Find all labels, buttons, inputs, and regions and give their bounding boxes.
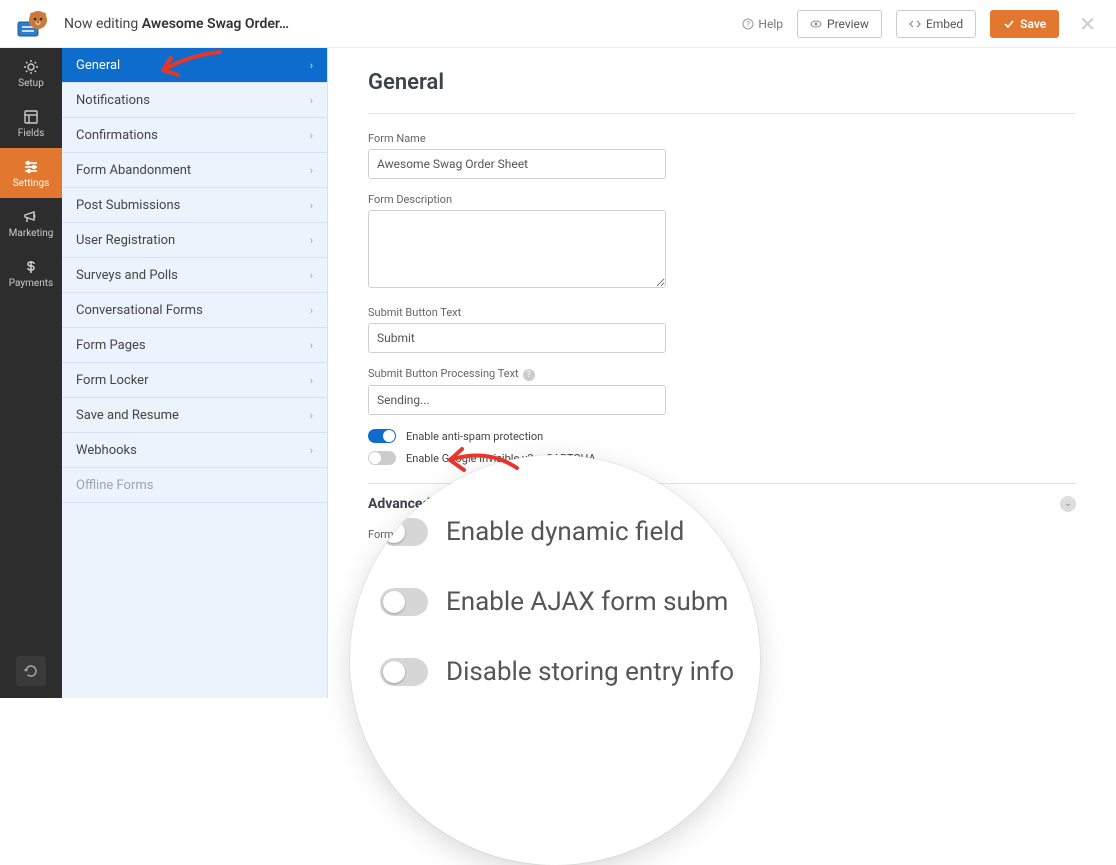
svg-text:?: ?: [747, 20, 751, 29]
sidebar-item-conversational-forms[interactable]: Conversational Forms›: [62, 293, 327, 328]
editing-title: Now editing Awesome Swag Order…: [64, 16, 289, 32]
submit-processing-label: Submit Button Processing Text?: [368, 367, 1076, 381]
form-description-label: Form Description: [368, 193, 1076, 206]
history-button[interactable]: [16, 656, 46, 686]
nav-label: Marketing: [9, 228, 54, 239]
ajax-submit-toggle[interactable]: [380, 588, 428, 616]
chevron-right-icon: ›: [310, 234, 313, 247]
chevron-right-icon: ›: [310, 304, 313, 317]
chevron-right-icon: ›: [310, 374, 313, 387]
chevron-right-icon: ›: [310, 444, 313, 457]
sidebar-item-surveys-polls[interactable]: Surveys and Polls›: [62, 258, 327, 293]
zoom-lens: Enable dynamic field Enable AJAX form su…: [350, 455, 760, 865]
embed-button[interactable]: Embed: [896, 10, 976, 38]
preview-button[interactable]: Preview: [797, 10, 882, 38]
form-description-input[interactable]: [368, 210, 666, 288]
disable-storing-toggle[interactable]: [380, 658, 428, 686]
sidebar-item-save-resume[interactable]: Save and Resume›: [62, 398, 327, 433]
chevron-right-icon: ›: [310, 269, 313, 282]
sidebar-item-offline-forms[interactable]: Offline Forms: [62, 468, 327, 503]
antispam-label: Enable anti-spam protection: [406, 430, 543, 443]
form-name-input[interactable]: [368, 149, 666, 179]
chevron-right-icon: ›: [310, 59, 313, 72]
sidebar-item-webhooks[interactable]: Webhooks›: [62, 433, 327, 468]
nav-label: Fields: [18, 128, 45, 139]
nav-marketing[interactable]: Marketing: [0, 198, 62, 248]
nav-payments[interactable]: Payments: [0, 248, 62, 298]
form-name-label: Form Name: [368, 132, 1076, 145]
sidebar-item-confirmations[interactable]: Confirmations›: [62, 118, 327, 153]
nav-label: Settings: [13, 178, 50, 189]
submit-button-text-label: Submit Button Text: [368, 306, 1076, 319]
chevron-right-icon: ›: [310, 339, 313, 352]
chevron-right-icon: ›: [310, 164, 313, 177]
chevron-right-icon: ›: [310, 129, 313, 142]
sidebar-item-form-locker[interactable]: Form Locker›: [62, 363, 327, 398]
nav-setup[interactable]: Setup: [0, 48, 62, 98]
chevron-right-icon: ›: [310, 199, 313, 212]
nav-label: Payments: [9, 278, 53, 289]
nav-settings[interactable]: Settings: [0, 148, 62, 198]
antispam-toggle[interactable]: [368, 429, 396, 443]
wpforms-logo: [14, 6, 50, 42]
close-icon[interactable]: ✕: [1079, 12, 1096, 36]
page-title: General: [368, 70, 1076, 114]
submit-processing-input[interactable]: [368, 385, 666, 415]
disable-storing-label: Disable storing entry info: [446, 657, 734, 687]
sidebar-item-form-abandonment[interactable]: Form Abandonment›: [62, 153, 327, 188]
help-icon[interactable]: ?: [523, 369, 535, 381]
sidebar-item-post-submissions[interactable]: Post Submissions›: [62, 188, 327, 223]
nav-fields[interactable]: Fields: [0, 98, 62, 148]
recaptcha-toggle[interactable]: [368, 451, 396, 465]
sidebar-item-form-pages[interactable]: Form Pages›: [62, 328, 327, 363]
chevron-right-icon: ›: [310, 409, 313, 422]
settings-sidebar: General› Notifications› Confirmations› F…: [62, 48, 328, 698]
dynamic-fields-toggle[interactable]: [380, 518, 428, 546]
nav-label: Setup: [18, 78, 44, 89]
dynamic-fields-label: Enable dynamic field: [446, 517, 684, 547]
sidebar-item-user-registration[interactable]: User Registration›: [62, 223, 327, 258]
chevron-right-icon: ›: [310, 94, 313, 107]
sidebar-item-general[interactable]: General›: [62, 48, 327, 83]
chevron-down-icon[interactable]: ⌄: [1060, 496, 1076, 512]
submit-button-text-input[interactable]: [368, 323, 666, 353]
help-link[interactable]: ? Help: [742, 17, 783, 31]
sidebar-item-notifications[interactable]: Notifications›: [62, 83, 327, 118]
ajax-submit-label: Enable AJAX form subm: [446, 587, 728, 617]
save-button[interactable]: Save: [990, 10, 1059, 38]
